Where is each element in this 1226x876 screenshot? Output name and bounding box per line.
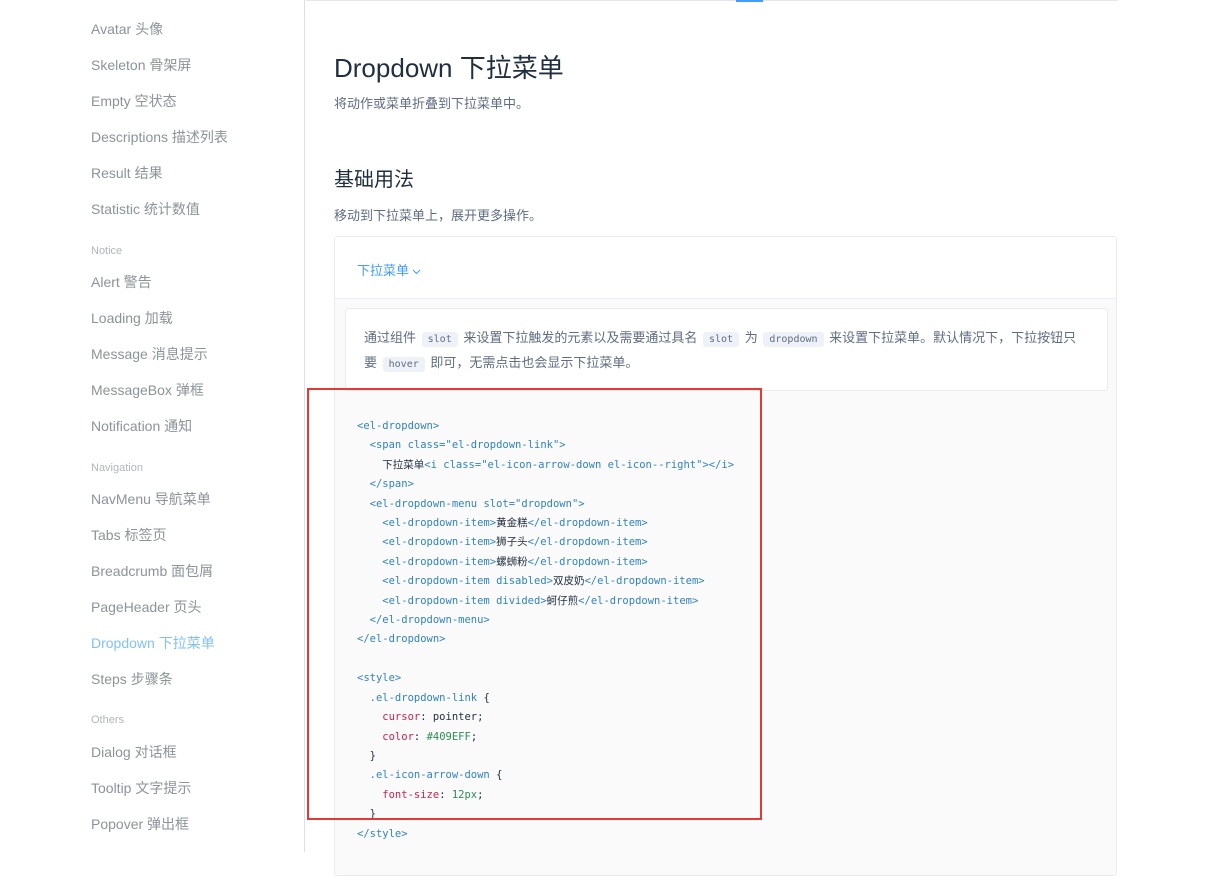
page-description: 将动作或菜单折叠到下拉菜单中。 xyxy=(334,96,530,111)
desc-text: 为 xyxy=(744,330,758,345)
desc-text: 来设置下拉触发的元素以及需要通过具名 xyxy=(463,330,698,345)
sidebar-item-tooltip[interactable]: Tooltip 文字提示 xyxy=(91,778,191,798)
sidebar-item-alert[interactable]: Alert 警告 xyxy=(91,272,152,292)
demo-source: 下拉菜单 xyxy=(335,237,1116,299)
page-title: Dropdown 下拉菜单 xyxy=(334,53,564,83)
demo-description: 通过组件 slot 来设置下拉触发的元素以及需要通过具名 slot 为 drop… xyxy=(345,308,1108,391)
chevron-down-icon xyxy=(412,267,421,278)
sidebar-item-result[interactable]: Result 结果 xyxy=(91,163,163,183)
inline-code: slot xyxy=(703,332,740,347)
inline-code: dropdown xyxy=(763,332,824,347)
sidebar-item-empty[interactable]: Empty 空状态 xyxy=(91,91,177,111)
dropdown-trigger[interactable]: 下拉菜单 xyxy=(357,260,421,279)
sidebar-item-dropdown[interactable]: Dropdown 下拉菜单 xyxy=(91,633,215,653)
code-line: </style> xyxy=(357,827,408,840)
dropdown-trigger-label: 下拉菜单 xyxy=(357,263,410,278)
sidebar-item-avatar[interactable]: Avatar 头像 xyxy=(91,19,163,39)
inline-code: hover xyxy=(382,357,425,372)
highlight-annotation-box xyxy=(307,388,762,820)
top-active-marker xyxy=(736,0,763,2)
sidebar-item-tabs[interactable]: Tabs 标签页 xyxy=(91,525,166,545)
sidebar-group-navigation: Navigation xyxy=(91,462,143,474)
sidebar-item-breadcrumb[interactable]: Breadcrumb 面包屑 xyxy=(91,561,213,581)
sidebar-group-notice: Notice xyxy=(91,245,123,257)
sidebar-item-notification[interactable]: Notification 通知 xyxy=(91,416,192,436)
sidebar-item-popover[interactable]: Popover 弹出框 xyxy=(91,814,189,834)
desc-text: 即可，无需点击也会显示下拉菜单。 xyxy=(430,355,639,370)
section-description: 移动到下拉菜单上，展开更多操作。 xyxy=(334,208,543,223)
section-title: 基础用法 xyxy=(334,169,414,191)
top-divider xyxy=(306,0,1118,1)
sidebar-item-statistic[interactable]: Statistic 统计数值 xyxy=(91,199,200,219)
inline-code: slot xyxy=(421,332,458,347)
sidebar-group-others: Others xyxy=(91,714,125,726)
sidebar-item-steps[interactable]: Steps 步骤条 xyxy=(91,669,173,689)
sidebar-item-descriptions[interactable]: Descriptions 描述列表 xyxy=(91,127,228,147)
sidebar-item-message[interactable]: Message 消息提示 xyxy=(91,344,208,364)
sidebar-item-messagebox[interactable]: MessageBox 弹框 xyxy=(91,380,204,400)
sidebar-nav: Avatar 头像 Skeleton 骨架屏 Empty 空状态 Descrip… xyxy=(0,0,305,852)
sidebar-item-dialog[interactable]: Dialog 对话框 xyxy=(91,742,177,762)
sidebar-item-navmenu[interactable]: NavMenu 导航菜单 xyxy=(91,489,211,509)
desc-text: 通过组件 xyxy=(364,330,417,345)
sidebar-item-loading[interactable]: Loading 加载 xyxy=(91,308,173,328)
sidebar-item-pageheader[interactable]: PageHeader 页头 xyxy=(91,597,202,617)
sidebar-item-skeleton[interactable]: Skeleton 骨架屏 xyxy=(91,55,191,75)
